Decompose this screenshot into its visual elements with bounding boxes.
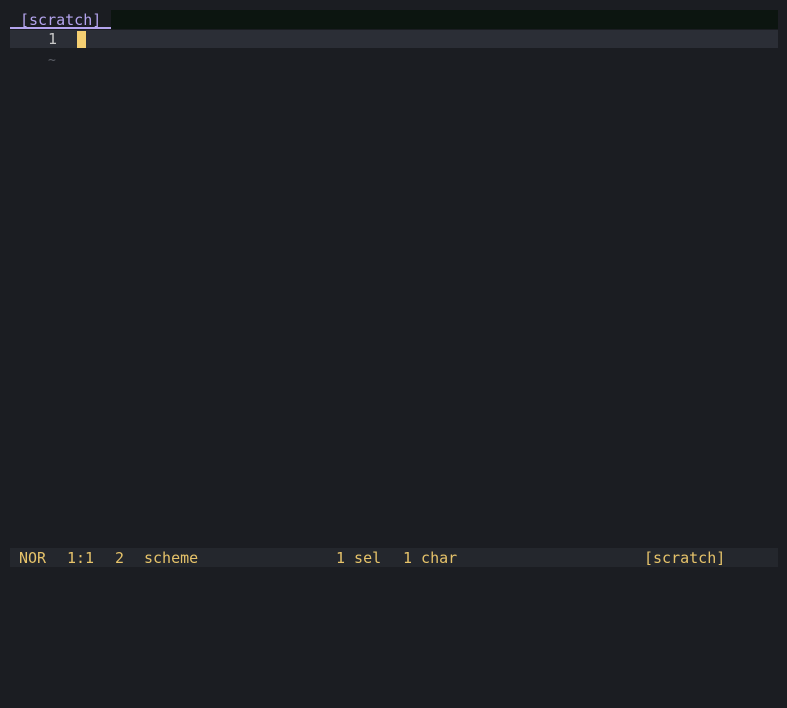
status-selections: 1 sel	[336, 549, 382, 567]
empty-line-marker: ~	[48, 53, 56, 68]
statusline: NOR 1:1 2 scheme 1 sel 1 char [scratch]	[10, 548, 778, 567]
status-diagnostics-count: 2	[115, 549, 125, 567]
line-number: 1	[47, 30, 57, 48]
status-cursor-position: 1:1	[67, 549, 95, 567]
editor-window[interactable]: [scratch] 1 ~	[10, 10, 778, 567]
current-line[interactable]: 1	[10, 30, 778, 48]
buffer-tab-scratch[interactable]: [scratch]	[10, 10, 112, 29]
text-cursor	[77, 31, 86, 48]
status-language: scheme	[144, 549, 199, 567]
status-char-count: 1 char	[403, 549, 458, 567]
bufferline: [scratch]	[10, 10, 778, 29]
status-filename: [scratch]	[644, 549, 726, 567]
status-mode: NOR	[19, 549, 47, 567]
